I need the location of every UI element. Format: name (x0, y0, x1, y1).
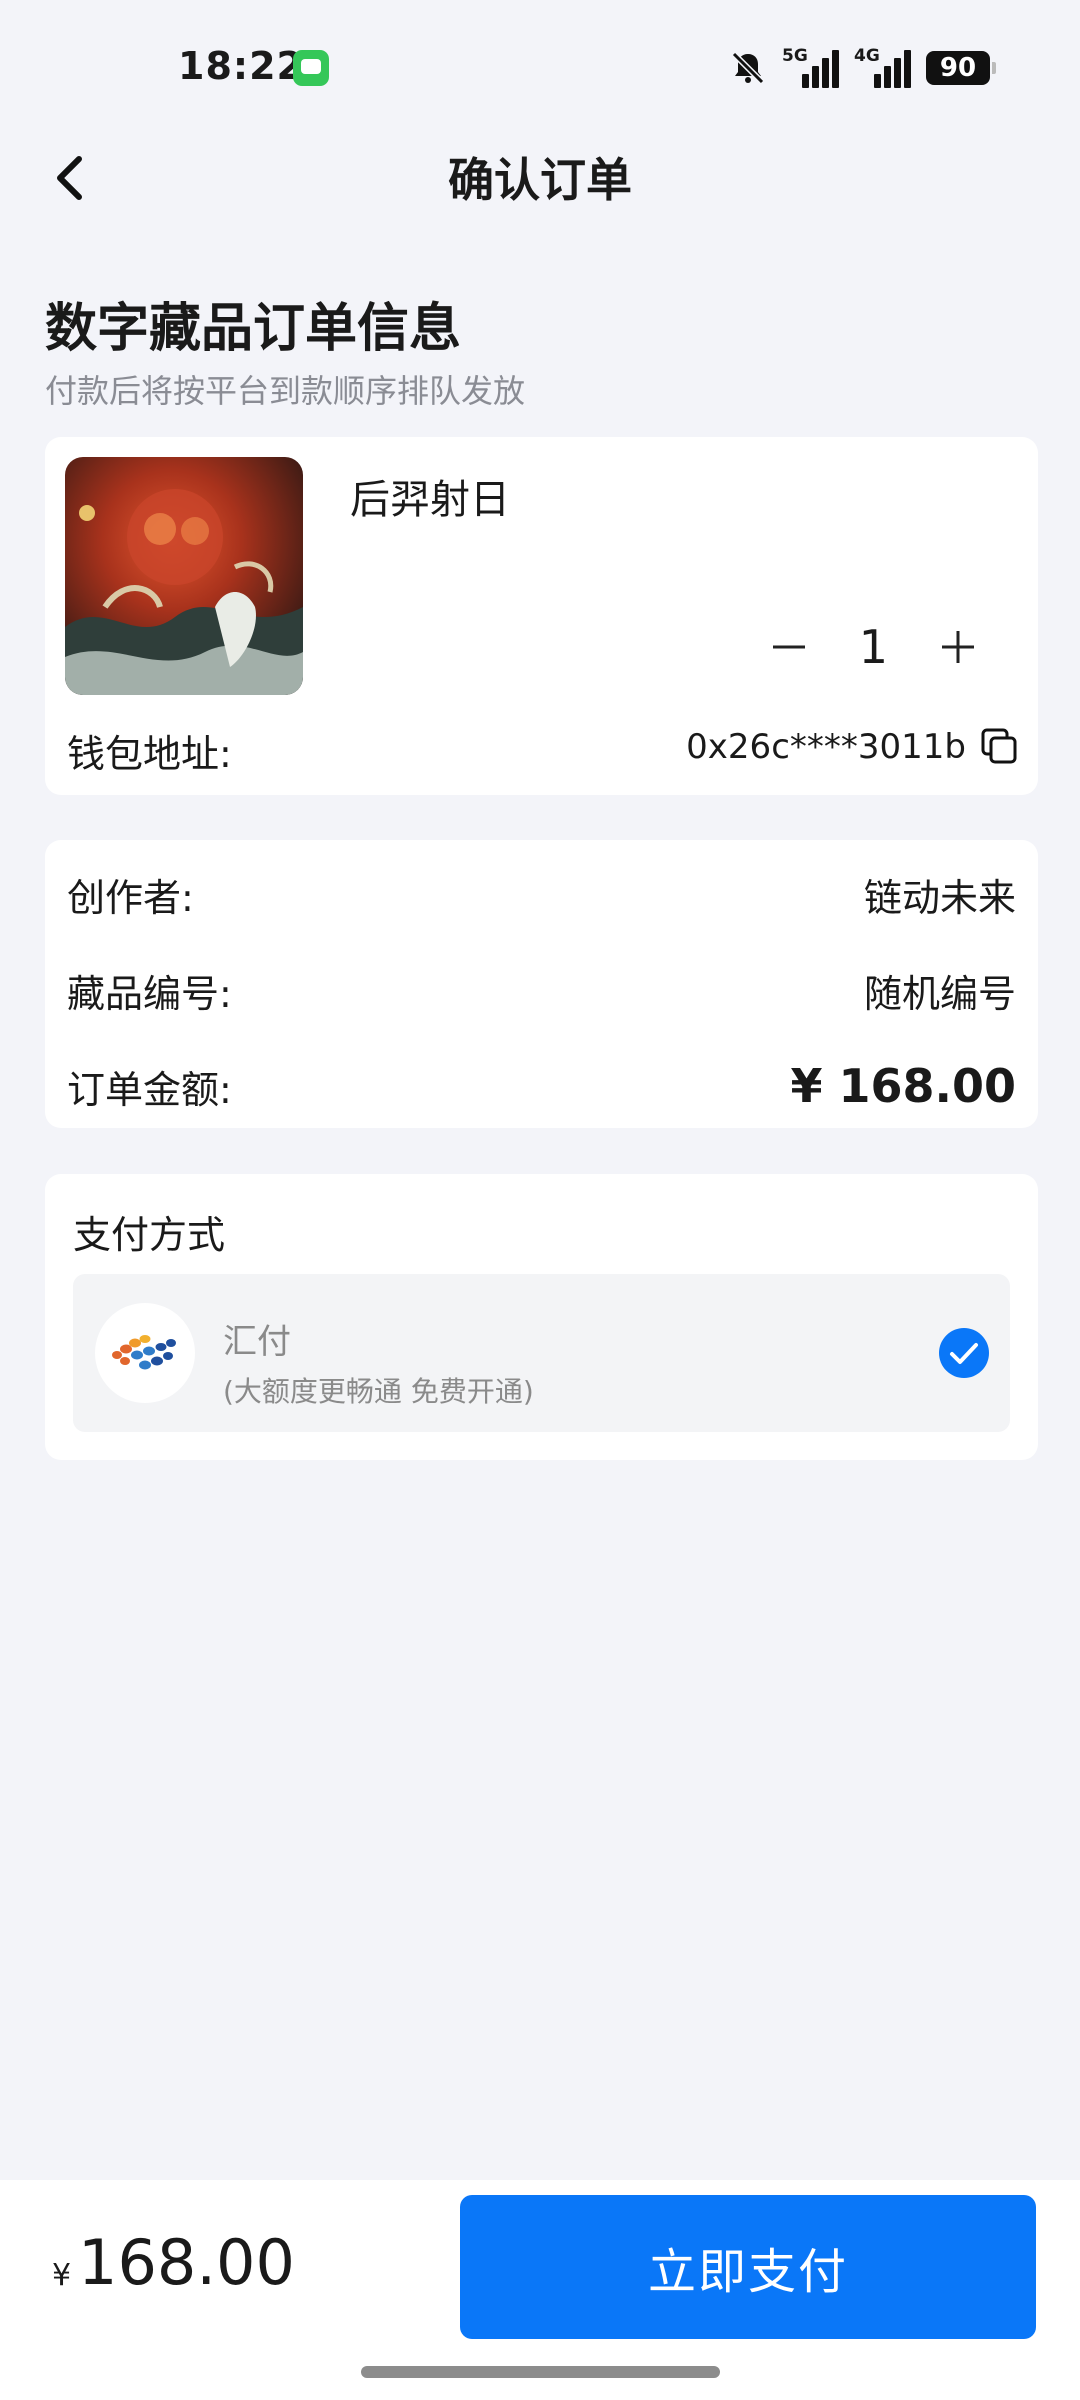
total-currency: ¥ (52, 2258, 72, 2293)
battery-icon: 90 (926, 51, 996, 85)
confirm-order-page: 18:22 5G 4G 90 确认订单 数字藏品订单信息 付款后将按平台到款顺序… (0, 0, 1080, 2400)
quantity-stepper: 1 (769, 620, 978, 674)
creator-label: 创作者: (67, 875, 194, 920)
copy-icon[interactable] (980, 727, 1018, 765)
message-notification-icon (293, 50, 329, 86)
payment-title: 支付方式 (73, 1213, 226, 1257)
amount-label: 订单金额: (67, 1067, 232, 1112)
payment-method-name: 汇付 (223, 1322, 291, 1362)
home-indicator[interactable] (361, 2366, 720, 2378)
bottom-bar: ¥ 168.00 立即支付 (0, 2180, 1080, 2400)
serial-value: 随机编号 (863, 971, 1016, 1016)
product-name: 后羿射日 (350, 477, 510, 523)
decrease-button[interactable] (769, 627, 809, 667)
section-title: 数字藏品订单信息 (45, 299, 462, 359)
serial-row: 藏品编号: 随机编号 (67, 960, 1016, 1020)
status-icons: 5G 4G 90 (728, 44, 996, 92)
total-amount: 168.00 (78, 2226, 295, 2299)
payment-method-desc: (大额度更畅通 免费开通) (223, 1375, 534, 1408)
pay-now-button[interactable]: 立即支付 (460, 2195, 1036, 2339)
creator-value: 链动未来 (863, 875, 1016, 920)
amount-value: ¥ 168.00 (790, 1059, 1016, 1113)
bell-mute-icon (731, 51, 765, 85)
signal-4g-icon: 4G (854, 46, 912, 90)
wallet-label: 钱包地址: (67, 732, 232, 776)
status-bar: 18:22 5G 4G 90 (0, 0, 1080, 130)
status-time: 18:22 (178, 44, 304, 88)
amount-row: 订单金额: ¥ 168.00 (67, 1056, 1016, 1116)
order-info-card: 创作者: 链动未来 藏品编号: 随机编号 订单金额: ¥ 168.00 (45, 840, 1038, 1128)
payment-card: 支付方式 汇付 (大额度更畅通 免费开通) (45, 1174, 1038, 1460)
signal-5g-label: 5G (782, 46, 808, 66)
serial-label: 藏品编号: (67, 971, 232, 1016)
checkmark-circle-icon[interactable] (938, 1327, 990, 1379)
signal-4g-label: 4G (854, 46, 880, 66)
page-title: 确认订单 (448, 153, 632, 207)
creator-row: 创作者: 链动未来 (67, 864, 1016, 924)
section-subtitle: 付款后将按平台到款顺序排队发放 (45, 372, 526, 410)
payment-option-huifu[interactable]: 汇付 (大额度更畅通 免费开通) (73, 1274, 1010, 1432)
product-card: 后羿射日 1 钱包地址: 0x26c****3011b (45, 437, 1038, 795)
increase-button[interactable] (938, 627, 978, 667)
quantity-value: 1 (858, 620, 888, 674)
wallet-address: 0x26c****3011b (686, 727, 966, 767)
plus-icon (942, 631, 974, 663)
nav-bar: 确认订单 (0, 130, 1080, 220)
minus-icon (772, 645, 805, 649)
huifu-logo-icon (95, 1303, 195, 1403)
signal-5g-icon: 5G (782, 46, 840, 90)
product-image (65, 457, 303, 695)
